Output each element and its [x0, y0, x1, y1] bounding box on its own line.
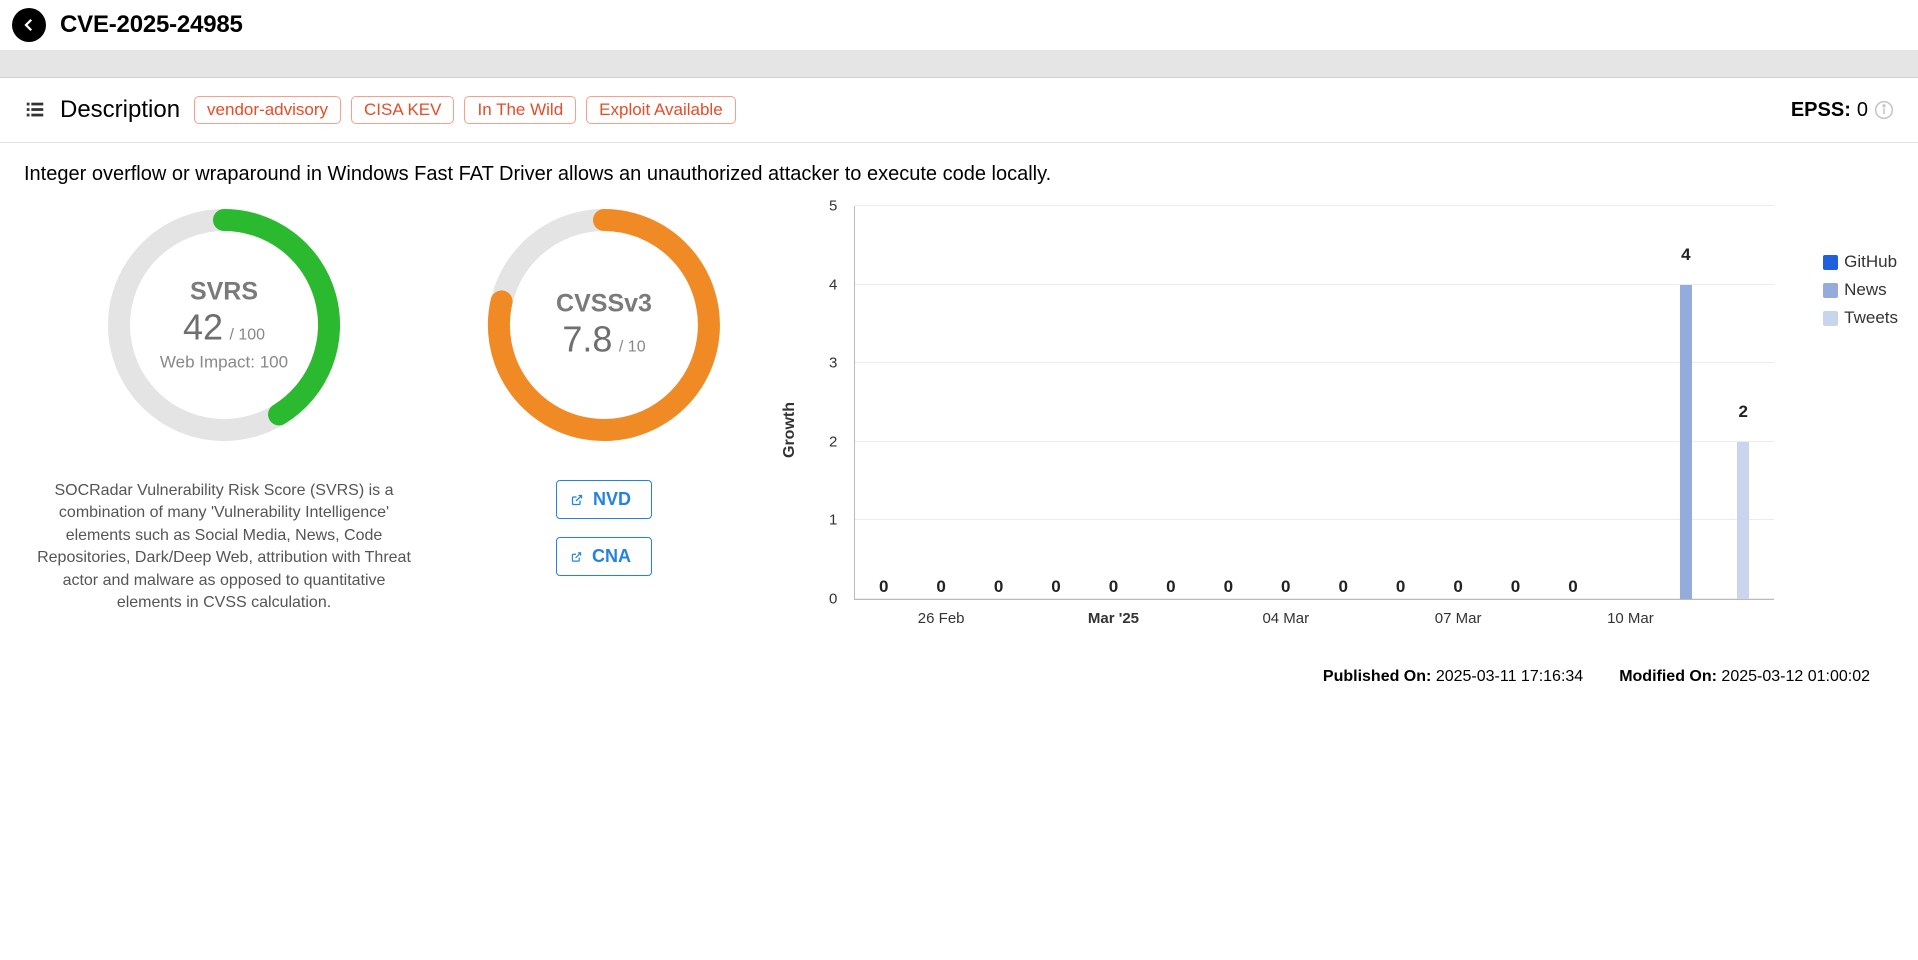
back-button[interactable]: [12, 8, 46, 42]
list-icon: [24, 99, 46, 121]
external-link-icon: [571, 548, 582, 566]
cna-link-label: CNA: [592, 546, 631, 567]
nvd-link-button[interactable]: NVD: [556, 480, 652, 519]
divider-strip: [0, 50, 1918, 78]
nvd-link-label: NVD: [593, 489, 631, 510]
legend-github[interactable]: GitHub: [1823, 252, 1898, 272]
page-title: CVE-2025-24985: [60, 11, 243, 39]
modified-on: Modified On: 2025-03-12 01:00:02: [1619, 668, 1870, 686]
svrs-explanation: SOCRadar Vulnerability Risk Score (SVRS)…: [34, 480, 414, 614]
cvss-max: / 10: [619, 339, 646, 356]
growth-chart: Growth 01234526 FebMar '2504 Mar07 Mar10…: [784, 200, 1894, 660]
legend-tweets[interactable]: Tweets: [1823, 308, 1898, 328]
svrs-max: / 100: [229, 327, 265, 344]
tag-cisa-kev[interactable]: CISA KEV: [351, 96, 454, 124]
svrs-web-impact: Web Impact: 100: [139, 353, 309, 373]
external-link-icon: [571, 491, 583, 509]
tag-list: vendor-advisory CISA KEV In The Wild Exp…: [194, 96, 736, 124]
cvss-gauge: CVSSv3 7.8 / 10: [479, 200, 729, 450]
chart-legend: GitHub News Tweets: [1823, 252, 1898, 328]
cna-link-button[interactable]: CNA: [556, 537, 652, 576]
cvss-title: CVSSv3: [519, 290, 689, 319]
epss-value: 0: [1857, 99, 1868, 122]
published-on: Published On: 2025-03-11 17:16:34: [1323, 668, 1583, 686]
epss-score: EPSS: 0: [1791, 99, 1894, 122]
tag-in-the-wild[interactable]: In The Wild: [464, 96, 576, 124]
y-axis-label: Growth: [781, 402, 799, 458]
cvss-score: 7.8: [562, 319, 612, 360]
epss-label: EPSS:: [1791, 99, 1851, 122]
description-text: Integer overflow or wraparound in Window…: [0, 143, 1918, 192]
legend-news[interactable]: News: [1823, 280, 1898, 300]
section-title: Description: [60, 96, 180, 124]
svrs-title: SVRS: [139, 278, 309, 307]
info-icon[interactable]: [1874, 100, 1894, 120]
arrow-left-icon: [20, 16, 38, 34]
tag-exploit-available[interactable]: Exploit Available: [586, 96, 736, 124]
svrs-gauge: SVRS 42 / 100 Web Impact: 100: [99, 200, 349, 450]
tag-vendor-advisory[interactable]: vendor-advisory: [194, 96, 341, 124]
svrs-score: 42: [183, 307, 223, 348]
